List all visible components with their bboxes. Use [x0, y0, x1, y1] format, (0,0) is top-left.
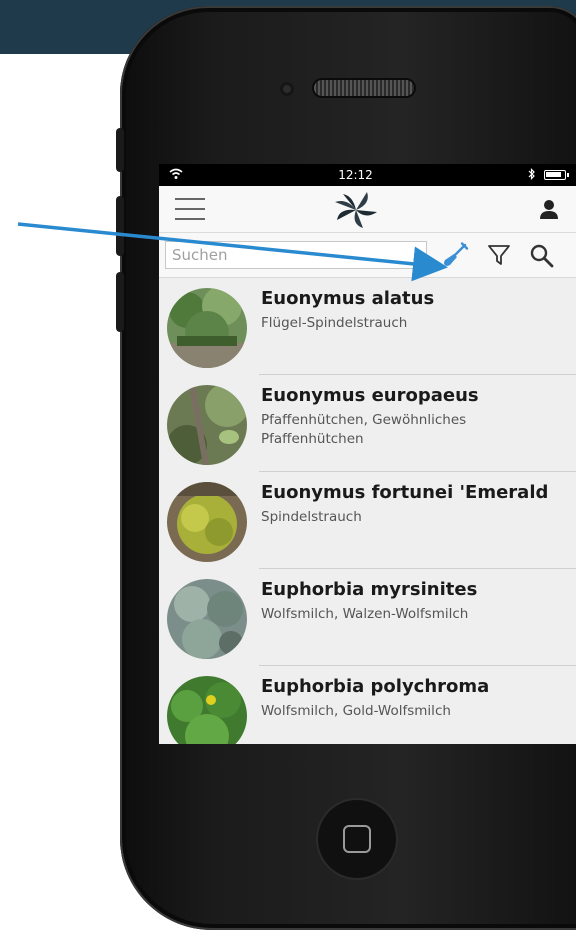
- status-time: 12:12: [338, 168, 373, 182]
- search-icon[interactable]: [529, 243, 555, 269]
- plant-common-name: Wolfsmilch, Walzen-Wolfsmilch: [261, 606, 469, 622]
- search-row: [159, 233, 576, 278]
- plant-thumbnail: [167, 579, 247, 659]
- list-item[interactable]: Euonymus fortunei 'Emerald Spindelstrauc…: [159, 472, 576, 569]
- plant-list: Euonymus alatus Flügel-Spindelstrauch Eu…: [159, 278, 576, 744]
- nav-bar: [159, 186, 576, 233]
- plant-thumbnail: [167, 676, 247, 744]
- plant-thumbnail: [167, 385, 247, 465]
- mute-switch: [116, 128, 124, 172]
- list-item[interactable]: Euonymus europaeus Pfaffenhütchen, Gewöh…: [159, 375, 576, 472]
- list-item[interactable]: Euphorbia myrsinites Wolfsmilch, Walzen-…: [159, 569, 576, 666]
- bluetooth-icon: [528, 167, 536, 183]
- leaf-logo-icon: [333, 190, 379, 230]
- plant-common-name: Flügel-Spindelstrauch: [261, 315, 408, 331]
- home-button[interactable]: [318, 800, 396, 878]
- list-item[interactable]: Euphorbia polychroma Wolfsmilch, Gold-Wo…: [159, 666, 576, 744]
- user-icon[interactable]: [538, 198, 560, 220]
- plant-name: Euonymus alatus: [261, 288, 435, 309]
- volume-up-button: [116, 196, 124, 256]
- earpiece-speaker: [314, 80, 414, 96]
- search-input[interactable]: [165, 241, 427, 269]
- volume-down-button: [116, 272, 124, 332]
- plant-name: Euonymus fortunei 'Emerald: [261, 482, 549, 503]
- plant-common-name: Spindelstrauch: [261, 509, 362, 525]
- plant-name: Euphorbia myrsinites: [261, 579, 478, 600]
- plant-thumbnail: [167, 482, 247, 562]
- plant-common-name: Wolfsmilch, Gold-Wolfsmilch: [261, 703, 451, 719]
- plant-thumbnail: [167, 288, 247, 368]
- wifi-icon: [169, 168, 183, 183]
- home-square-icon: [343, 825, 371, 853]
- menu-icon[interactable]: [175, 198, 205, 220]
- app-screen: 12:12 Suchen Euonymus alatus Flügel-Spin…: [159, 164, 576, 744]
- shovel-icon[interactable]: [441, 241, 469, 269]
- status-bar: 12:12: [159, 164, 576, 186]
- plant-name: Euphorbia polychroma: [261, 676, 490, 697]
- front-camera: [280, 82, 294, 96]
- list-item[interactable]: Euonymus alatus Flügel-Spindelstrauch: [159, 278, 576, 375]
- plant-name: Euonymus europaeus: [261, 385, 479, 406]
- filter-icon[interactable]: [487, 243, 511, 267]
- battery-icon: [544, 170, 569, 180]
- plant-common-name: Pfaffenhütchen, Gewöhnliches Pfaffenhütc…: [261, 412, 467, 447]
